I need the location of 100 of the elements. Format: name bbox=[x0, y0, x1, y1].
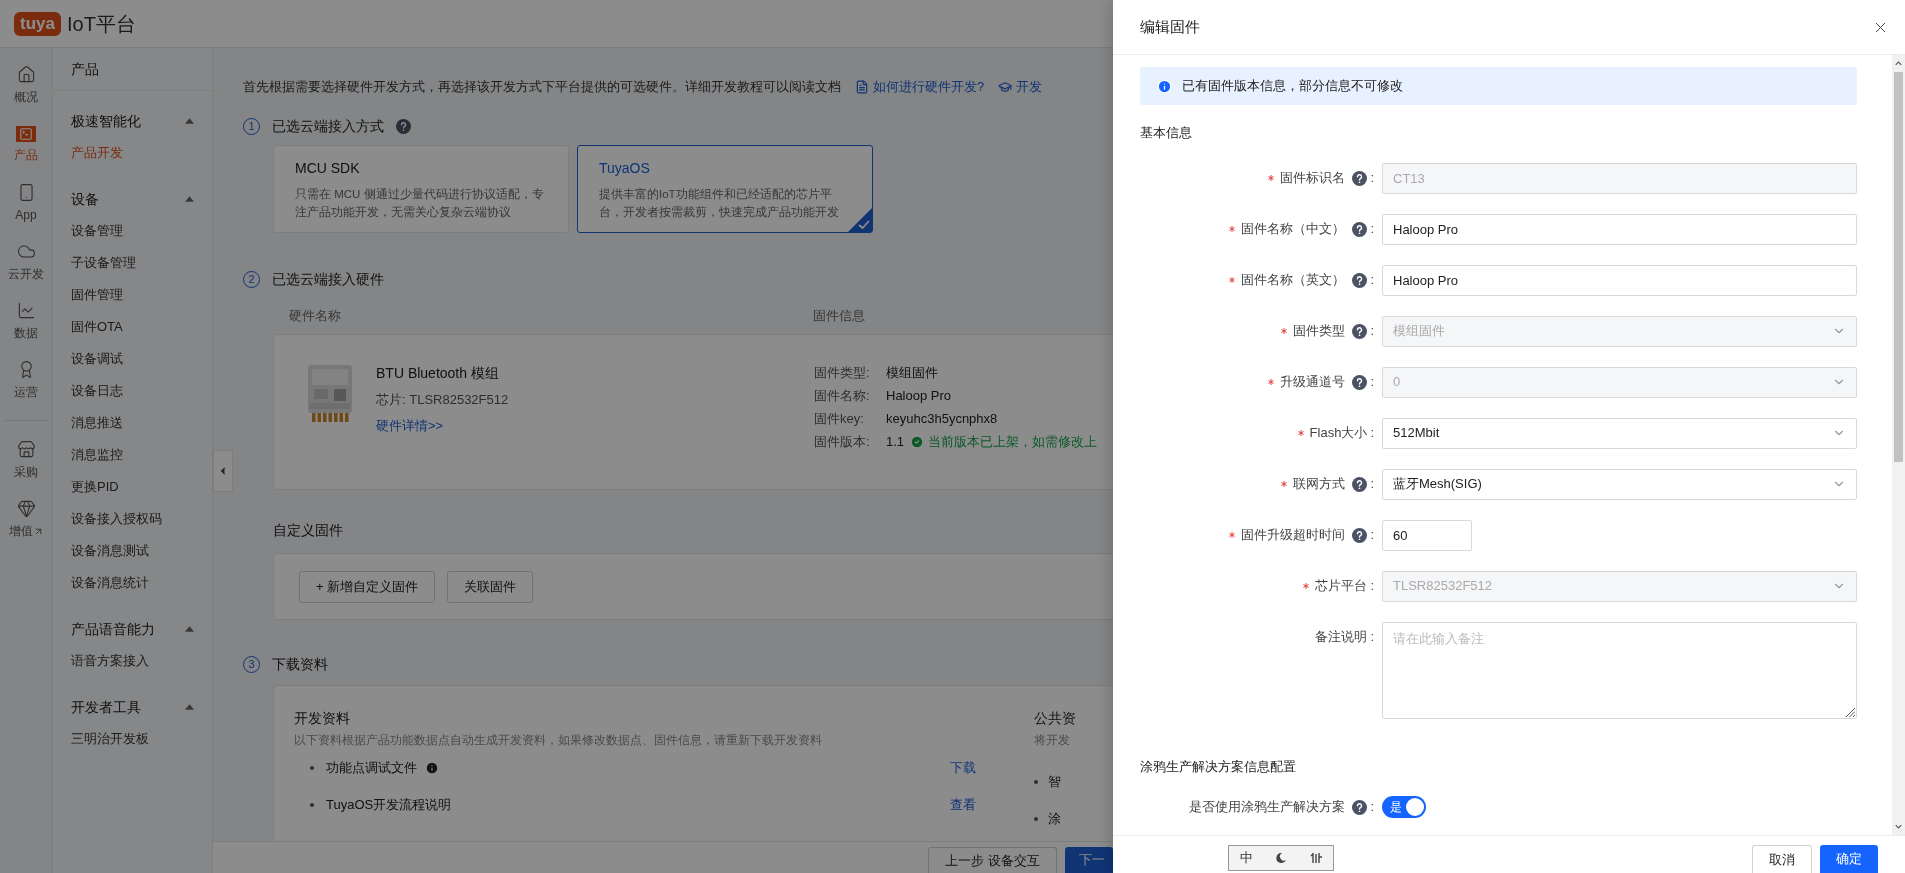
access-method-card[interactable]: MCU SDK 只需在 MCU 侧通过少量代码进行协议适配，专注产品功能开发，无需关心复杂云端协议 bbox=[273, 145, 569, 233]
collapse-caret-icon[interactable] bbox=[185, 196, 194, 202]
sidebar-item[interactable]: 更换PID bbox=[53, 471, 212, 503]
help-doc-link[interactable]: 如何进行硬件开发? bbox=[855, 77, 985, 97]
modal-mask[interactable] bbox=[0, 0, 1113, 873]
collapse-caret-icon[interactable] bbox=[185, 118, 194, 124]
label-colon: : bbox=[1370, 798, 1374, 817]
sidebar-item[interactable]: 设备消息统计 bbox=[53, 567, 212, 599]
select-field[interactable]: 512Mbit bbox=[1382, 417, 1857, 449]
drawer-title: 编辑固件 bbox=[1140, 16, 1200, 37]
sidebar-item[interactable]: 语音方案接入 bbox=[53, 645, 212, 677]
sidebar-item[interactable]: 产品开发 bbox=[53, 137, 212, 169]
firmware-value: keyuhc3h5ycnphx8 bbox=[886, 409, 998, 428]
resize-grip-icon[interactable] bbox=[1845, 706, 1855, 717]
label-colon: : bbox=[1370, 373, 1374, 392]
sidebar-group-header[interactable]: 产品语音能力 bbox=[53, 613, 212, 645]
scrollbar[interactable] bbox=[1892, 55, 1905, 835]
chip-model: 芯片: TLSR82532F512 bbox=[376, 391, 509, 409]
dev-doc-link[interactable]: 开发 bbox=[998, 77, 1043, 97]
check-circle-icon bbox=[910, 434, 925, 449]
collapse-handle[interactable] bbox=[213, 450, 233, 492]
sidebar-item[interactable]: 消息推送 bbox=[53, 407, 212, 439]
rail-icon bbox=[16, 440, 36, 459]
hardware-details-link[interactable]: 硬件详情>> bbox=[376, 415, 509, 435]
firmware-label: 固件类型: bbox=[814, 363, 871, 382]
rail-item[interactable]: 云开发 bbox=[1, 233, 51, 292]
number-field[interactable]: 60 bbox=[1382, 519, 1472, 551]
rail-icon bbox=[16, 301, 36, 320]
help-icon bbox=[396, 119, 411, 134]
info-icon bbox=[1157, 78, 1172, 94]
firmware-action-button[interactable]: + 新增自定义固件 bbox=[299, 570, 436, 603]
sidebar-item[interactable]: 子设备管理 bbox=[53, 247, 212, 279]
step-title: 下载资料 bbox=[272, 655, 328, 674]
terminal-icon bbox=[16, 125, 36, 142]
panel-title: 开发资料 bbox=[294, 709, 351, 728]
sidebar-item[interactable]: 三明治开发板 bbox=[53, 723, 212, 755]
firmware-label: 固件key: bbox=[814, 409, 865, 428]
next-step-button[interactable]: 下一 bbox=[1065, 847, 1113, 873]
access-method-card[interactable]: TuyaOS 提供丰富的IoT功能组件和已经适配的芯片平台，开发者按需裁剪，快速完成产品功能开发 bbox=[577, 145, 873, 233]
rail-item[interactable]: App bbox=[1, 174, 51, 233]
section-title: 自定义固件 bbox=[273, 521, 344, 540]
firmware-label: 固件名称: bbox=[814, 386, 871, 405]
rail-icon bbox=[16, 499, 36, 518]
rail-item[interactable]: 增值 bbox=[1, 490, 51, 549]
label-colon: : bbox=[1370, 526, 1374, 545]
rail-item[interactable]: 产品 bbox=[1, 115, 51, 174]
rail-item[interactable]: 数据 bbox=[1, 292, 51, 351]
column-header: 固件信息 bbox=[813, 307, 865, 325]
label-colon: : bbox=[1370, 577, 1374, 596]
sidebar-item[interactable]: 设备管理 bbox=[53, 215, 212, 247]
sidebar-item[interactable]: 设备日志 bbox=[53, 375, 212, 407]
select-field[interactable]: 蓝牙Mesh(SIG) bbox=[1382, 468, 1857, 500]
confirm-button[interactable]: 确定 bbox=[1820, 845, 1878, 873]
section-title: 基本信息 bbox=[1140, 124, 1193, 142]
collapse-caret-icon[interactable] bbox=[185, 704, 194, 710]
label-colon: : bbox=[1370, 424, 1374, 443]
toggle-switch[interactable]: 是 bbox=[1382, 796, 1426, 818]
label-colon: : bbox=[1370, 169, 1374, 188]
graduation-cap-icon bbox=[998, 80, 1013, 94]
rail-item[interactable]: 采购 bbox=[1, 431, 51, 490]
sidebar-item[interactable]: 设备调试 bbox=[53, 343, 212, 375]
column-header: 硬件名称 bbox=[288, 307, 342, 325]
text-field[interactable]: Haloop Pro bbox=[1382, 213, 1857, 245]
sidebar-group-header[interactable]: 设备 bbox=[53, 183, 212, 215]
sidebar-group-header[interactable]: 极速智能化 bbox=[53, 105, 212, 137]
notes-field[interactable]: 请在此输入备注 bbox=[1382, 621, 1857, 719]
sidebar-group-header[interactable]: 开发者工具 bbox=[53, 691, 212, 723]
resource-link[interactable]: 下载 bbox=[950, 758, 976, 778]
sidebar-item[interactable]: 固件OTA bbox=[53, 311, 212, 343]
rail-icon bbox=[16, 242, 36, 261]
panel-title: 公共资 bbox=[1034, 709, 1076, 728]
label-colon: : bbox=[1370, 475, 1374, 494]
firmware-value: 模组固件 bbox=[886, 363, 938, 382]
sidebar-item[interactable]: 设备消息测试 bbox=[53, 535, 212, 567]
card-title: TuyaOS bbox=[599, 159, 651, 178]
sidebar-item[interactable]: 固件管理 bbox=[53, 279, 212, 311]
firmware-label: 固件版本: bbox=[814, 432, 871, 451]
label-colon: : bbox=[1370, 271, 1374, 290]
resource-name: TuyaOS开发流程说明 bbox=[326, 796, 452, 814]
cancel-button[interactable]: 取消 bbox=[1752, 845, 1812, 873]
rail-item[interactable]: 运营 bbox=[1, 351, 51, 410]
brand-logo[interactable]: tuya bbox=[14, 11, 61, 36]
field-label: 是否使用涂鸦生产解决方案 bbox=[1189, 798, 1346, 817]
ime-toolbar[interactable]: 中 bbox=[1228, 845, 1334, 871]
firmware-action-button[interactable]: 关联固件 bbox=[447, 570, 534, 603]
scroll-up-icon[interactable] bbox=[1895, 61, 1902, 66]
field-label: 固件名称（中文） bbox=[1241, 220, 1346, 239]
field-label: 备注说明 bbox=[1315, 628, 1368, 647]
intro-text: 首先根据需要选择硬件开发方式，再选择该开发方式下平台提供的可选硬件。详细开发教程可以阅读文档 bbox=[243, 78, 841, 97]
resource-link[interactable]: 查看 bbox=[950, 795, 976, 815]
selected-check-icon bbox=[848, 208, 872, 232]
scroll-down-icon[interactable] bbox=[1895, 824, 1902, 829]
previous-step-button[interactable]: 上一步 设备交互 bbox=[928, 847, 1057, 873]
sidebar-item[interactable]: 消息监控 bbox=[53, 439, 212, 471]
firmware-value: 1.1 bbox=[886, 432, 905, 451]
rail-item[interactable]: 概况 bbox=[1, 56, 51, 115]
text-field[interactable]: Haloop Pro bbox=[1382, 264, 1857, 296]
sidebar-item[interactable]: 设备接入授权码 bbox=[53, 503, 212, 535]
collapse-caret-icon[interactable] bbox=[185, 626, 194, 632]
field-label: 升级通道号 bbox=[1280, 373, 1346, 392]
